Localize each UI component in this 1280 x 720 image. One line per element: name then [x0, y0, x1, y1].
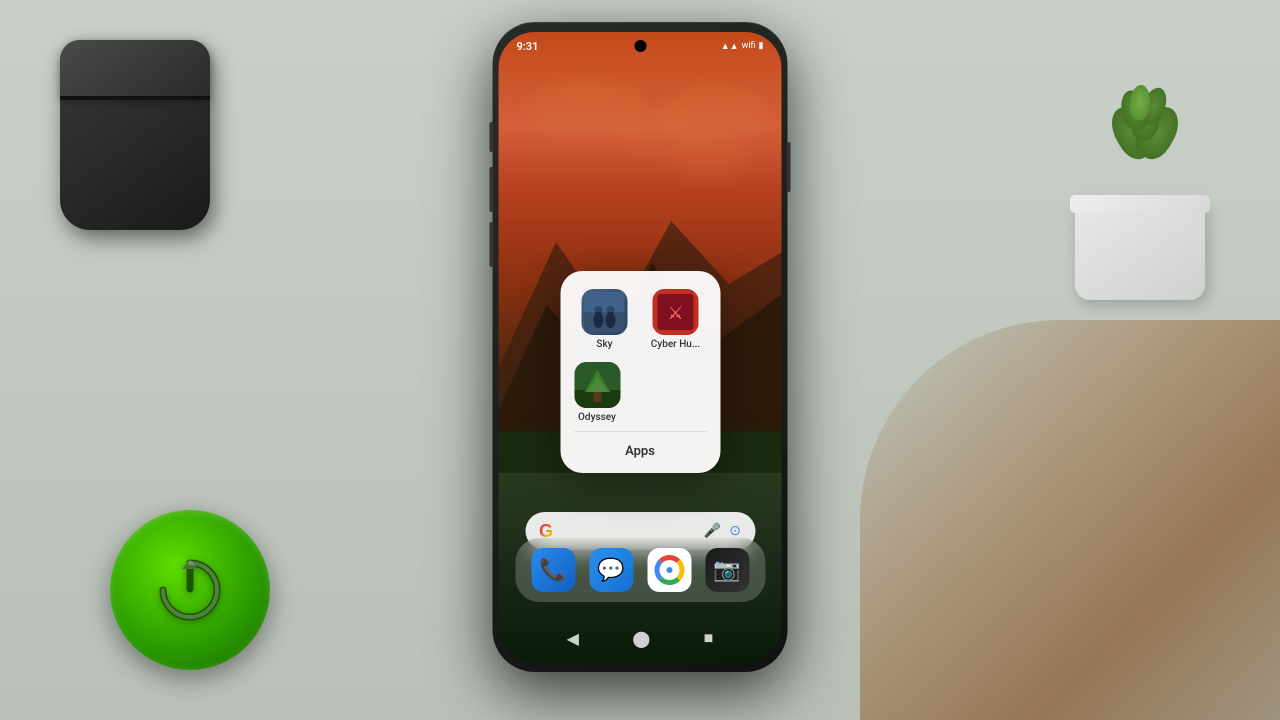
power-icon [150, 550, 230, 630]
chrome-ring [654, 555, 684, 585]
power-icon-svg [155, 555, 225, 625]
dock-messages-icon[interactable]: 💬 [589, 548, 633, 592]
folder-title: Apps [625, 444, 655, 459]
lens-icon[interactable]: ⊙ [729, 523, 741, 539]
mute-button [490, 122, 494, 152]
chrome-center [664, 565, 674, 575]
sky-app-label: Sky [596, 339, 612, 350]
back-button[interactable]: ◀ [567, 629, 579, 648]
power-button-object [110, 510, 270, 670]
battery-icon: ▮ [759, 41, 764, 51]
camera-notch [634, 40, 646, 52]
phone-screen: 9:31 ▲▲ wifi ▮ [499, 32, 782, 662]
sky-icon-inner [582, 289, 628, 335]
sky-app-icon[interactable] [582, 289, 628, 335]
app-item-sky[interactable]: Sky [574, 289, 635, 350]
airpods-body [60, 40, 210, 230]
odyssey-app-label: Odyssey [578, 412, 616, 423]
wifi-icon: wifi [742, 41, 756, 51]
plant-succulent [1070, 50, 1210, 210]
home-button[interactable]: ⬤ [632, 629, 650, 648]
cyber-hunter-app-label: Cyber Hu... [651, 339, 700, 350]
app-item-odyssey[interactable]: Odyssey [574, 362, 620, 423]
app-folder[interactable]: Sky ⚔ [560, 271, 720, 473]
volume-up-button [490, 167, 494, 212]
cyber-hunter-app-icon[interactable]: ⚔ [653, 289, 699, 335]
mic-icon[interactable]: 🎤 [704, 523, 721, 539]
volume-down-button [490, 222, 494, 267]
dock: 📞 💬 📷 [515, 538, 765, 602]
plant-pot [1075, 200, 1205, 300]
airpods-case [60, 40, 220, 240]
power-side-button [787, 142, 791, 192]
app-item-cyber-hunter[interactable]: ⚔ Cyber Hu... [645, 289, 706, 350]
scene: 9:31 ▲▲ wifi ▮ [0, 0, 1280, 720]
phone: 9:31 ▲▲ wifi ▮ [493, 22, 788, 672]
status-time: 9:31 [517, 40, 539, 53]
nav-bar: ◀ ⬤ ■ [540, 628, 740, 648]
svg-text:⚔: ⚔ [667, 303, 683, 324]
status-icons: ▲▲ wifi ▮ [721, 41, 764, 52]
status-bar: 9:31 ▲▲ wifi ▮ [499, 32, 782, 60]
plant-pot-rim [1070, 195, 1210, 213]
wallpaper: 9:31 ▲▲ wifi ▮ [499, 32, 782, 662]
phone-body: 9:31 ▲▲ wifi ▮ [493, 22, 788, 672]
folder-apps-grid: Sky ⚔ [574, 289, 706, 350]
signal-icon: ▲▲ [721, 41, 739, 52]
odyssey-app-icon[interactable] [574, 362, 620, 408]
airpods-hinge [60, 96, 210, 100]
folder-title-row: Apps [574, 431, 706, 459]
recents-button[interactable]: ■ [704, 628, 714, 648]
dock-phone-icon[interactable]: 📞 [531, 548, 575, 592]
dock-camera-icon[interactable]: 📷 [705, 548, 749, 592]
plant-container [1040, 20, 1240, 300]
airpods-lid [60, 40, 210, 100]
dock-chrome-icon[interactable] [647, 548, 691, 592]
folder-single-row: Odyssey [574, 362, 706, 423]
